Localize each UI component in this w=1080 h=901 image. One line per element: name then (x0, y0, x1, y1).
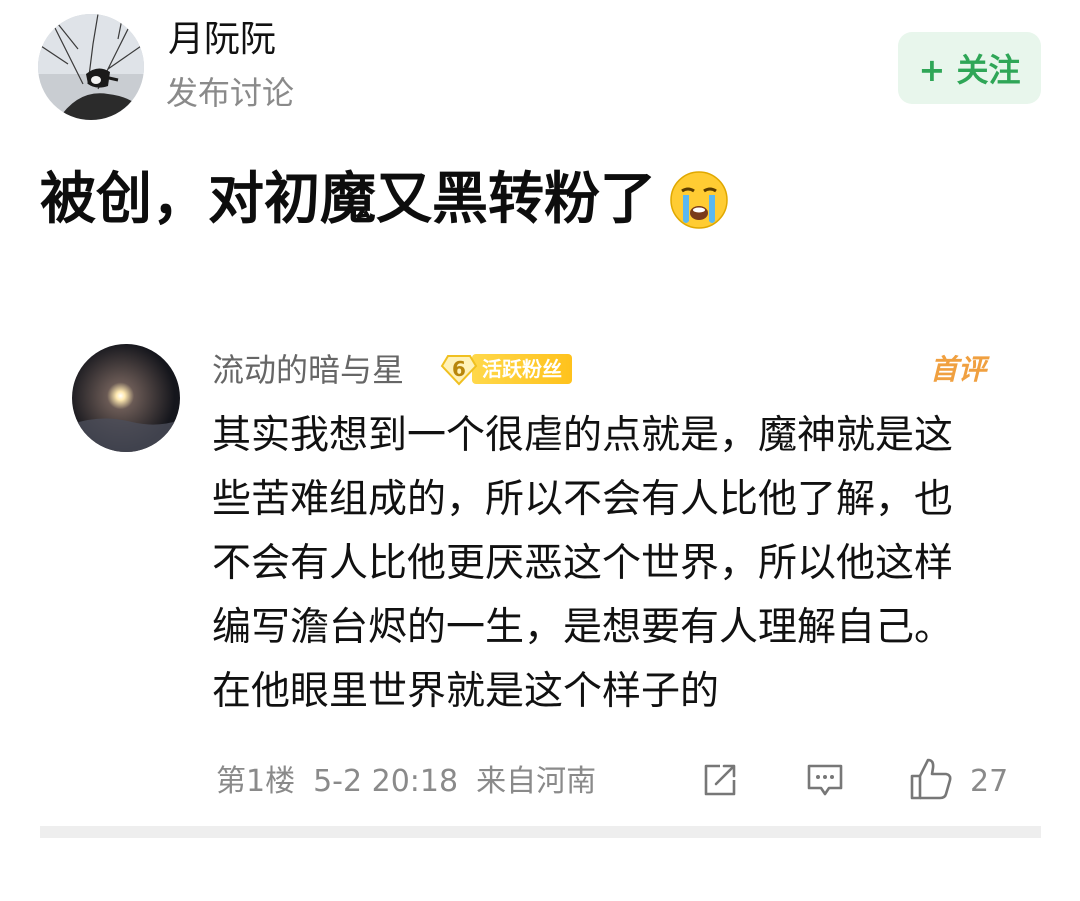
comment-author-avatar[interactable] (72, 344, 180, 452)
like-count: 27 (970, 764, 1009, 799)
crying-face-icon (670, 171, 728, 229)
section-divider (40, 826, 1041, 838)
floor-number: 第1楼 (216, 764, 296, 799)
post-title: 被创，对初魔又黑转粉了 (40, 162, 730, 238)
follow-button-label: + 关注 (918, 51, 1021, 89)
fan-level-number: 6 (452, 357, 466, 381)
comment-location: 来自河南 (476, 764, 597, 799)
comment-time: 5-2 20:18 (313, 764, 459, 799)
follow-button[interactable]: + 关注 (898, 32, 1041, 104)
comment-username[interactable]: 流动的暗与星 (212, 348, 404, 392)
post-type-label: 发布讨论 (166, 74, 295, 112)
share-icon[interactable] (700, 760, 740, 800)
comment-line: 编写澹台烬的一生，是想要有人理解自己。 (212, 605, 954, 650)
fan-badge-label: 活跃粉丝 (472, 354, 572, 384)
comment-body: 其实我想到一个很虐的点就是，魔神就是这 些苦难组成的，所以不会有人比他了解，也 … (212, 404, 1012, 724)
post-title-text: 被创，对初魔又黑转粉了 (40, 167, 656, 232)
post-author-name[interactable]: 月阮阮 (168, 18, 276, 62)
fan-badge: 6 活跃粉丝 (440, 350, 572, 388)
thumbs-up-icon[interactable] (908, 756, 954, 802)
comment-line: 其实我想到一个很虐的点就是，魔神就是这 (212, 413, 954, 458)
comment-icon[interactable] (805, 760, 845, 800)
first-comment-tag: 首评 (930, 353, 987, 386)
comment-line: 不会有人比他更厌恶这个世界，所以他这样 (212, 541, 954, 586)
post-author-avatar[interactable] (38, 14, 144, 120)
comment-line: 些苦难组成的，所以不会有人比他了解，也 (212, 477, 954, 522)
comment-line: 在他眼里世界就是这个样子的 (212, 669, 720, 714)
comment-meta: 第1楼 5-2 20:18 来自河南 (216, 760, 596, 804)
fan-level-icon: 6 (440, 350, 478, 388)
